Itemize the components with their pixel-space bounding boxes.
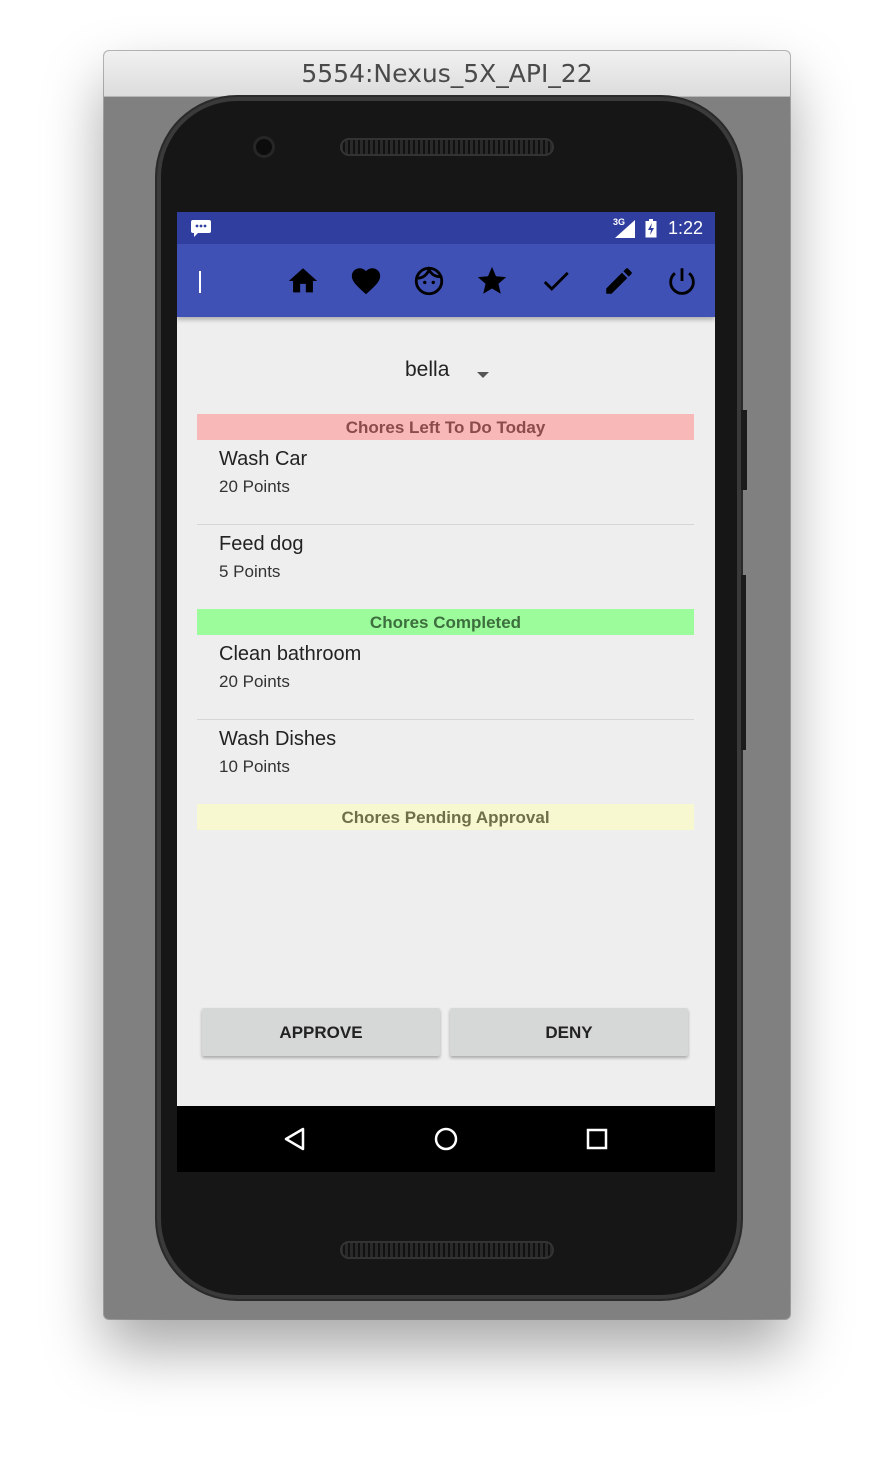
- volume-side-button: [741, 575, 746, 750]
- dropdown-arrow-icon: [477, 372, 489, 378]
- status-bar: 3G 1:22: [177, 212, 715, 244]
- home-icon[interactable]: [286, 264, 320, 298]
- approve-button[interactable]: APPROVE: [202, 1008, 440, 1056]
- chore-item[interactable]: Wash Dishes 10 Points: [197, 720, 694, 802]
- edit-icon[interactable]: [602, 264, 636, 298]
- check-icon[interactable]: [539, 264, 573, 298]
- face-icon[interactable]: [412, 264, 446, 298]
- top-speaker: [340, 138, 554, 156]
- cursor-bar: [199, 271, 201, 293]
- signal-icon: [615, 220, 635, 243]
- section-header-pending: Chores Pending Approval: [197, 804, 694, 830]
- power-icon[interactable]: [665, 264, 699, 298]
- front-camera: [256, 139, 272, 155]
- chore-points: 10 Points: [219, 757, 290, 776]
- chore-name: Clean bathroom: [219, 643, 362, 665]
- app-screen: 3G 1:22 bella Chores Left To Do Today Wa…: [177, 212, 715, 1172]
- clock: 1:22: [668, 218, 704, 238]
- section-header-todo: Chores Left To Do Today: [197, 414, 694, 440]
- star-icon[interactable]: [475, 264, 509, 298]
- back-icon[interactable]: [280, 1124, 310, 1154]
- window-title: 5554:Nexus_5X_API_22: [104, 51, 790, 97]
- spinner-selected-value: bella: [405, 358, 450, 381]
- user-spinner[interactable]: bella: [177, 352, 715, 392]
- section-header-completed: Chores Completed: [197, 609, 694, 635]
- home-circle-icon[interactable]: [431, 1124, 461, 1154]
- battery-icon: [645, 219, 657, 243]
- chore-name: Wash Car: [219, 448, 308, 470]
- system-nav-bar: [177, 1106, 715, 1172]
- chore-item[interactable]: Wash Car 20 Points: [197, 440, 694, 525]
- chore-points: 5 Points: [219, 562, 281, 581]
- chore-item[interactable]: Feed dog 5 Points: [197, 525, 694, 607]
- app-toolbar: [177, 244, 715, 317]
- chore-points: 20 Points: [219, 477, 290, 496]
- deny-button[interactable]: DENY: [450, 1008, 688, 1056]
- message-icon: [190, 219, 212, 243]
- power-side-button: [741, 410, 747, 490]
- chore-name: Wash Dishes: [219, 728, 337, 750]
- chore-item[interactable]: Clean bathroom 20 Points: [197, 635, 694, 720]
- chore-points: 20 Points: [219, 672, 290, 691]
- recents-icon[interactable]: [582, 1124, 612, 1154]
- chore-name: Feed dog: [219, 533, 304, 555]
- heart-icon[interactable]: [349, 264, 383, 298]
- bottom-speaker: [340, 1241, 554, 1259]
